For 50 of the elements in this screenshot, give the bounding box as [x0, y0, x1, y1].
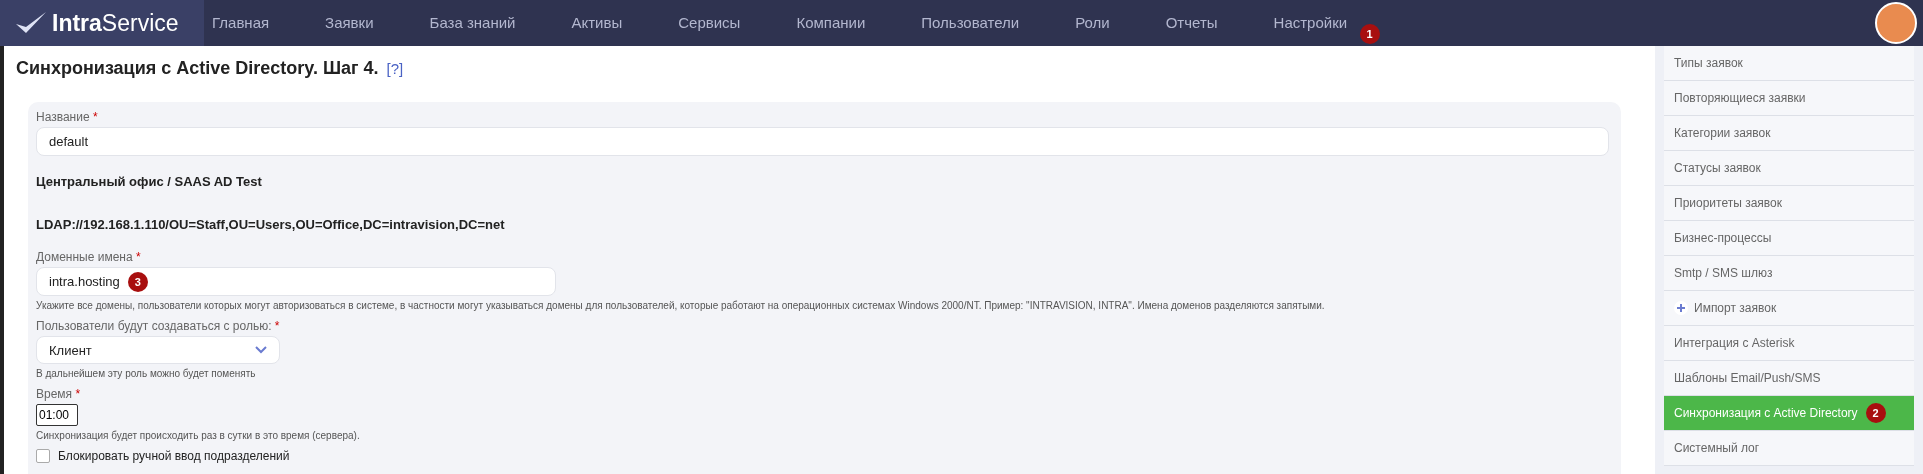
number-badge: 1	[1359, 24, 1380, 44]
help-link[interactable]: [?]	[386, 60, 404, 77]
sidebar-item[interactable]: Интеграция с Asterisk	[1664, 326, 1914, 361]
logo-text[interactable]: IntraService	[52, 9, 179, 37]
sidebar-item[interactable]: Типы заявок	[1664, 46, 1914, 81]
field-label: Доменные имена	[36, 250, 134, 264]
sidebar-item[interactable]: Синхронизация с Active Directory 2	[1664, 396, 1914, 431]
sidebar-item[interactable]: Статусы заявок	[1664, 151, 1914, 186]
nav-link[interactable]: Заявки	[325, 14, 374, 31]
checkmark-icon	[14, 10, 48, 36]
number-badge: 3	[127, 271, 148, 292]
nav-link[interactable]: База знаний	[429, 14, 516, 31]
required-mark: *	[92, 110, 98, 124]
nav-link[interactable]: Пользователи	[921, 14, 1020, 31]
sidebar-item[interactable]: Категории заявок	[1664, 116, 1914, 151]
nav-link[interactable]: Главная	[212, 14, 270, 31]
hint-text: В дальнейшем эту роль можно будет поменять	[36, 368, 257, 379]
info-text: Центральный офис / SAAS AD Test	[36, 173, 263, 191]
nav-link[interactable]: Сервисы	[678, 14, 741, 31]
sidebar-item[interactable]: Smtp / SMS шлюз	[1664, 256, 1914, 291]
text-input-field[interactable]: intra.hosting 3	[36, 267, 556, 296]
checkbox[interactable]	[36, 449, 50, 463]
sidebar-item[interactable]: Бизнес-процессы	[1664, 221, 1914, 256]
time-input-field[interactable]: 01:00	[36, 404, 78, 426]
sidebar-item[interactable]: Импорт заявок	[1664, 291, 1914, 326]
nav-link[interactable]: Настройки	[1273, 14, 1348, 31]
hint-text: Укажите все домены, пользователи которых могут авторизоваться в системе, в частности могут указываться домены для пользователей, которые работают на операционных системах Windows 2000/NT. Пример: "INTRAVISION, INTRA". Имена доменов разделяются запятыми.	[36, 300, 1326, 311]
info-text: LDAP://192.168.1.110/OU=Staff,OU=Users,OU=Office,DC=intravision,DC=net	[36, 216, 506, 234]
nav-link[interactable]: Компании	[796, 14, 866, 31]
field-label: Пользователи будут создаваться с ролью:	[36, 319, 273, 333]
plus-icon	[1674, 301, 1688, 315]
nav-link[interactable]: Отчеты	[1165, 14, 1218, 31]
sidebar-item[interactable]: Системный лог	[1664, 431, 1914, 466]
field-label: Время	[36, 387, 74, 401]
nav-link[interactable]: Роли	[1075, 14, 1110, 31]
avatar[interactable]	[1875, 2, 1917, 44]
number-badge: 2	[1865, 403, 1886, 423]
required-mark: *	[136, 250, 141, 264]
text-input-field[interactable]: default	[36, 127, 1609, 156]
role-dropdown[interactable]: Клиент	[36, 336, 280, 364]
page-title: Синхронизация с Active Directory. Шаг 4.	[16, 58, 379, 79]
nav-link[interactable]: Активы	[571, 14, 623, 31]
chevron-down-icon	[255, 346, 267, 354]
required-mark: *	[75, 387, 81, 401]
field-label: Название	[36, 110, 91, 124]
hint-text: Синхронизация будет происходить раз в сутки в это время (сервера).	[36, 430, 361, 441]
sidebar-item[interactable]: Приоритеты заявок	[1664, 186, 1914, 221]
required-mark: *	[274, 319, 280, 333]
checkbox-label: Блокировать ручной ввод подразделений	[58, 449, 290, 463]
sidebar-item[interactable]: Повторяющиеся заявки	[1664, 81, 1914, 116]
